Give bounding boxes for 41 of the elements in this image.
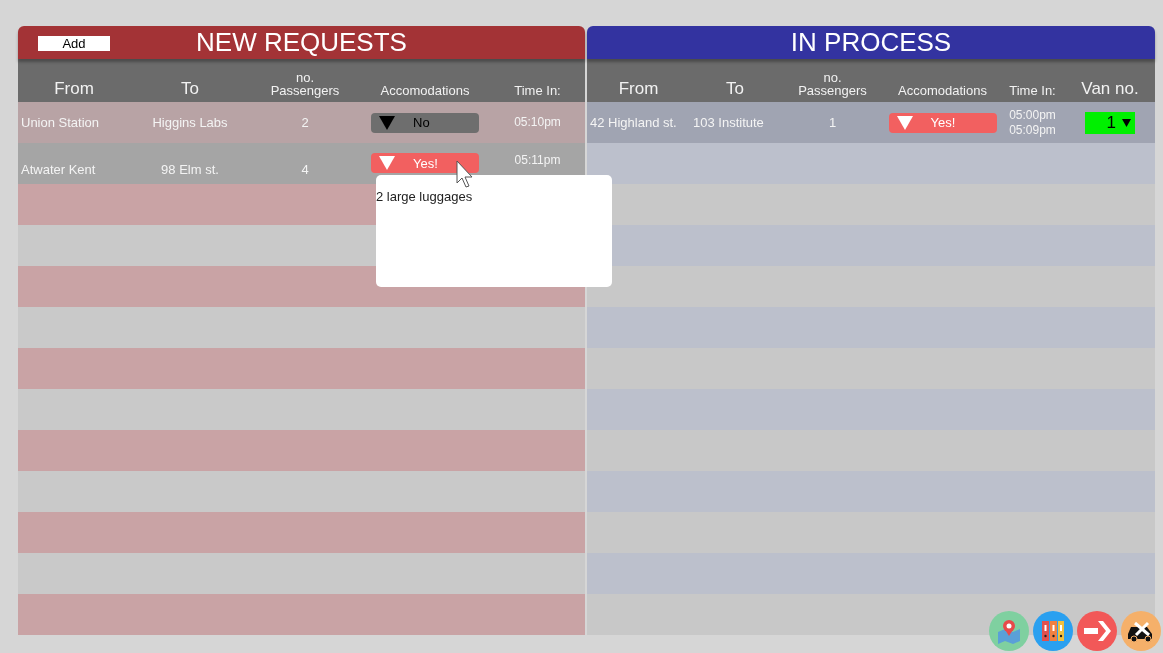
caret-icon <box>896 115 913 130</box>
column-header: Time In: <box>1008 84 1057 98</box>
table-cell-text: Higgins Labs <box>151 115 229 130</box>
table-cell-text: 42 Highland st. <box>589 115 678 130</box>
time-cell-text: 05:10pm <box>513 115 562 130</box>
column-header: Van no. <box>1080 80 1140 98</box>
caret-icon <box>1122 118 1131 127</box>
table-cell-text: 4 <box>300 162 310 177</box>
map-pin-icon <box>996 618 1022 644</box>
caret-icon <box>379 115 395 130</box>
panel-title: NEW REQUESTS <box>196 26 407 58</box>
caret-icon <box>379 156 395 170</box>
column-header: no. Passengers <box>797 70 868 98</box>
table-cell-text: Atwater Kent <box>20 162 97 177</box>
column-header: Time In: <box>513 84 562 98</box>
table-cell-text: 1 <box>827 115 838 130</box>
column-header: From <box>53 80 95 98</box>
column-header: Accomodations <box>897 84 988 98</box>
accommodation-dropdown[interactable]: No <box>371 112 479 133</box>
panel-title: IN PROCESS <box>790 26 952 58</box>
car-service-button[interactable] <box>1121 611 1161 651</box>
table-cell-text: 103 Institute <box>692 115 765 130</box>
van-select[interactable]: 1 <box>1085 111 1135 134</box>
map-button[interactable] <box>989 611 1029 651</box>
column-header: From <box>617 80 660 98</box>
time-cell-text: 05:11pm <box>513 153 562 168</box>
arrow-right-icon <box>1083 620 1111 642</box>
column-header: To <box>725 80 745 98</box>
table-row[interactable]: Union Station Higgins Labs 2 No 05:10pm <box>18 102 585 143</box>
folders-button[interactable] <box>1033 611 1073 651</box>
add-button[interactable]: Add <box>38 36 110 51</box>
accommodation-note: 2 large luggages <box>376 189 474 204</box>
table-cell-text: 98 Elm st. <box>160 162 220 177</box>
table-cell-text: Union Station <box>20 115 101 130</box>
table-row[interactable]: 42 Highland st. 103 Institute 1 Yes! 05:00pm 05:09pm 1 <box>587 102 1155 143</box>
time-cell-text: 05:00pm 05:09pm <box>1008 108 1057 137</box>
column-header: Accomodations <box>379 84 471 98</box>
table-cell-text: 2 <box>300 115 310 130</box>
folders-icon <box>1040 618 1066 644</box>
column-header: no. Passengers <box>269 70 341 98</box>
column-header: To <box>180 80 200 98</box>
